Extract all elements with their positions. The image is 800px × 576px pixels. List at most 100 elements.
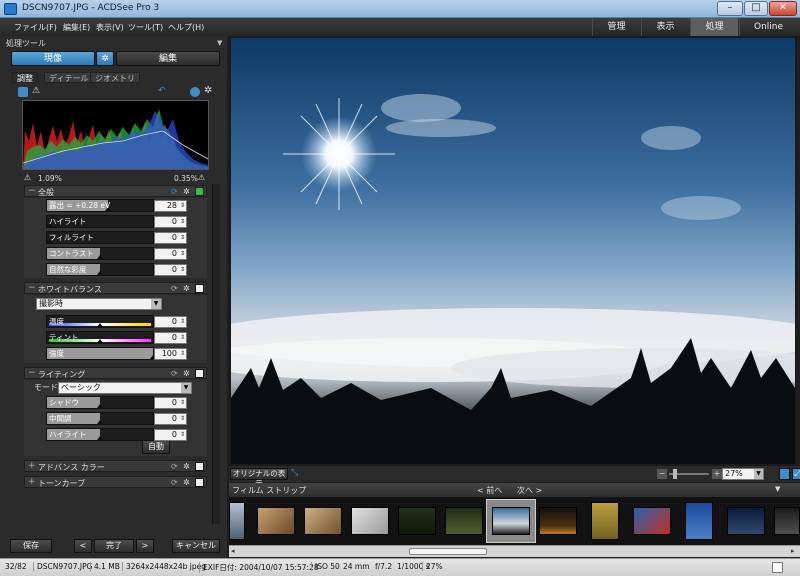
value-stepper[interactable]: 0 ⇕ (154, 429, 187, 441)
tab-detail[interactable]: ディテール (44, 72, 94, 83)
value-stepper[interactable]: 0 ⇕ (154, 264, 187, 276)
auto-lighting-button[interactable]: 自動 (142, 440, 170, 454)
highlight-clip-icon[interactable]: ⚠ (198, 173, 205, 182)
slider-thumb[interactable] (97, 323, 103, 327)
spin-arrows-icon[interactable]: ⇕ (180, 414, 185, 424)
cancel-button[interactable]: キャンセル (172, 539, 220, 553)
show-original-button[interactable]: オリジナルの表示 (230, 468, 288, 488)
section-enable-checkbox[interactable] (195, 478, 204, 487)
section-enable-checkbox[interactable] (195, 284, 204, 293)
filmstrip-scrollbar[interactable]: ◂ ▸ (229, 545, 800, 557)
slider-thumb[interactable] (97, 339, 103, 343)
filmstrip-next[interactable]: 次へ > (517, 485, 542, 496)
section-white-balance[interactable]: − ホワイトバランス ⟳ ✲ (24, 282, 207, 294)
menu-view[interactable]: 表示(V) (96, 22, 124, 33)
section-settings-icon[interactable]: ✲ (183, 369, 192, 378)
save-button[interactable]: 保存 (10, 539, 52, 553)
thumbnail[interactable] (774, 507, 800, 535)
scroll-right-icon[interactable]: ▸ (791, 547, 795, 555)
zoom-slider-thumb[interactable] (673, 469, 677, 479)
reset-icon[interactable]: ⟳ (171, 284, 180, 293)
value-stepper[interactable]: 0 ⇕ (154, 332, 187, 344)
thumbnail[interactable] (633, 507, 671, 535)
reset-icon[interactable]: ⟳ (171, 187, 180, 196)
thumbnail[interactable] (229, 502, 245, 540)
help-icon[interactable] (190, 87, 200, 97)
slider-thumb[interactable] (97, 420, 103, 424)
slider[interactable]: シャドウ (46, 396, 154, 409)
zoom-out-button[interactable]: − (657, 469, 667, 479)
lighting-mode-select[interactable]: ベーシック ▼ (58, 382, 192, 394)
edit-tab[interactable]: 編集 (116, 51, 220, 66)
section-lighting[interactable]: − ライティング ⟳ ✲ (24, 367, 207, 379)
main-photo[interactable] (231, 38, 795, 464)
panel-scrollbar[interactable] (212, 184, 220, 524)
histogram-toggle-icon[interactable] (18, 87, 28, 97)
reset-icon[interactable]: ⟳ (171, 478, 180, 487)
thumbnail[interactable] (727, 507, 765, 535)
slider-thumb[interactable] (97, 271, 103, 275)
menu-edit[interactable]: 編集(E) (63, 22, 90, 33)
develop-settings-button[interactable]: ✲ (96, 51, 114, 66)
menu-file[interactable]: ファイル(F) (14, 22, 57, 33)
thumbnail[interactable] (492, 507, 530, 535)
thumbnail[interactable] (539, 507, 577, 535)
slider[interactable]: ハイライト (46, 428, 154, 441)
thumbnail[interactable] (351, 507, 389, 535)
prev-image-button[interactable]: < (74, 539, 92, 553)
thumbnail[interactable] (685, 502, 713, 540)
spin-arrows-icon[interactable]: ⇕ (180, 249, 185, 259)
section-general[interactable]: − 全般 ⟳ ✲ (24, 185, 207, 197)
thumbnail[interactable] (304, 507, 342, 535)
shadow-clip-icon[interactable]: ⚠ (24, 173, 31, 182)
value-stepper[interactable]: 28 ⇕ (154, 200, 187, 212)
undo-icon[interactable]: ↶ (158, 86, 166, 96)
navigator-icon[interactable]: ⤢ (792, 468, 800, 480)
spin-arrows-icon[interactable]: ⇕ (180, 265, 185, 275)
slider[interactable]: ハイライト (46, 215, 154, 228)
tab-geometry[interactable]: ジオメトリ (90, 72, 140, 83)
value-stepper[interactable]: 0 ⇕ (154, 397, 187, 409)
next-image-button[interactable]: > (136, 539, 154, 553)
done-button[interactable]: 完了 (94, 539, 134, 553)
tab-adjust[interactable]: 調整 (12, 72, 38, 83)
filmstrip-menu-icon[interactable]: ▼ (775, 485, 780, 493)
status-indicator-icon[interactable] (772, 562, 783, 573)
scroll-left-icon[interactable]: ◂ (231, 547, 235, 555)
slider[interactable]: 中間調 (46, 412, 154, 425)
section-tone-curve[interactable]: + トーンカーブ ⟳ ✲ (24, 476, 207, 488)
reset-icon[interactable]: ⟳ (171, 462, 180, 471)
section-enable-checkbox[interactable] (195, 187, 204, 196)
fit-view-icon[interactable] (779, 468, 790, 480)
section-settings-icon[interactable]: ✲ (183, 284, 192, 293)
value-stepper[interactable]: 0 ⇕ (154, 216, 187, 228)
develop-tab[interactable]: 現像 (11, 51, 95, 66)
value-stepper[interactable]: 0 ⇕ (154, 232, 187, 244)
minimize-button[interactable]: – (717, 1, 743, 16)
menu-tools[interactable]: ツール(T) (128, 22, 163, 33)
slider[interactable]: 温度 (46, 315, 154, 328)
spin-arrows-icon[interactable]: ⇕ (180, 233, 185, 243)
scrollbar-thumb[interactable] (409, 548, 487, 555)
maximize-button[interactable]: □ (744, 1, 768, 16)
value-stepper[interactable]: 0 ⇕ (154, 316, 187, 328)
slider[interactable]: ティント (46, 331, 154, 344)
panel-menu-arrow-icon[interactable]: ▼ (217, 39, 222, 47)
slider[interactable]: 自然な彩度 (46, 263, 154, 276)
spin-arrows-icon[interactable]: ⇕ (180, 217, 185, 227)
spin-arrows-icon[interactable]: ⇕ (180, 349, 185, 359)
compare-icon[interactable]: ⤡ (291, 468, 298, 478)
slider[interactable]: 露出 = +0.28 eV (46, 199, 154, 212)
tab-view[interactable]: 表示 (641, 18, 689, 36)
reset-icon[interactable]: ⟳ (171, 369, 180, 378)
section-settings-icon[interactable]: ✲ (183, 478, 192, 487)
slider-thumb[interactable] (97, 255, 103, 259)
slider[interactable]: コントラスト (46, 247, 154, 260)
spin-arrows-icon[interactable]: ⇕ (180, 430, 185, 440)
value-stepper[interactable]: 0 ⇕ (154, 248, 187, 260)
slider[interactable]: フィルライト (46, 231, 154, 244)
slider-thumb[interactable] (97, 436, 103, 440)
image-viewer[interactable] (229, 36, 797, 466)
section-enable-checkbox[interactable] (195, 462, 204, 471)
section-advanced-color[interactable]: + アドバンス カラー ⟳ ✲ (24, 460, 207, 472)
